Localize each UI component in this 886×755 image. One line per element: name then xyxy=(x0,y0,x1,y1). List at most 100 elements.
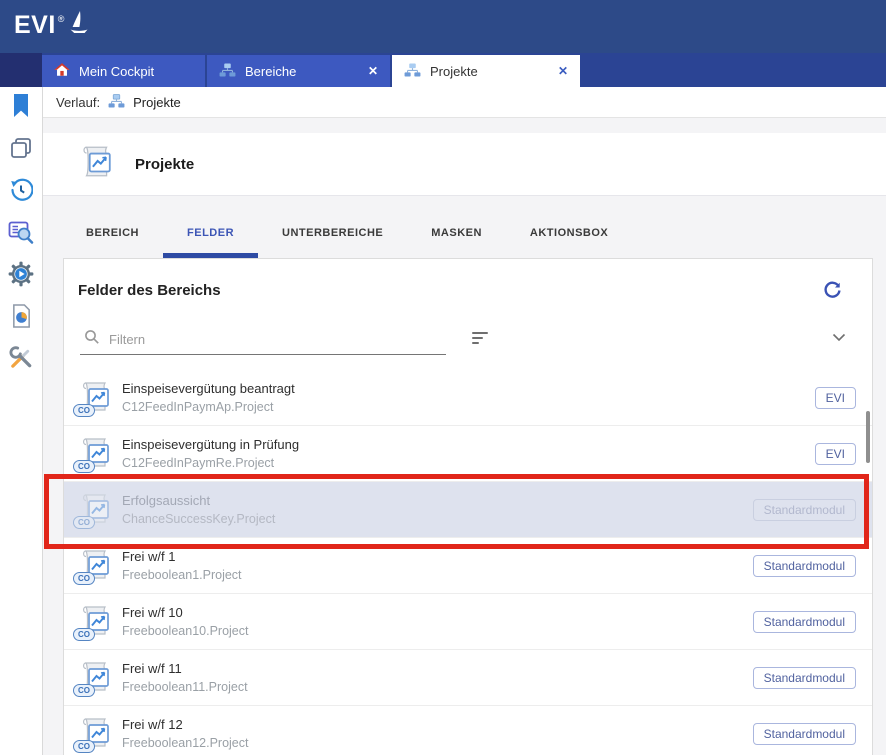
tab-unterbereiche[interactable]: UNTERBEREICHE xyxy=(258,211,407,258)
field-list-item[interactable]: CO Frei w/f 10 Freeboolean10.Project Sta… xyxy=(64,594,872,650)
field-texts: Erfolgsaussicht ChanceSuccessKey.Project xyxy=(122,493,753,526)
tab-label: Bereiche xyxy=(245,64,296,79)
field-texts: Frei w/f 10 Freeboolean10.Project xyxy=(122,605,753,638)
tab-felder[interactable]: FELDER xyxy=(163,211,258,258)
module-badge: Standardmodul xyxy=(753,667,856,689)
windows-stack-icon xyxy=(9,136,33,165)
sidebar-item-reports[interactable] xyxy=(7,304,35,332)
co-badge: CO xyxy=(73,628,95,641)
field-title: Frei w/f 11 xyxy=(122,661,753,676)
field-technical-name: Freeboolean1.Project xyxy=(122,568,753,582)
field-technical-name: C12FeedInPaymAp.Project xyxy=(122,400,815,414)
field-module-icon: CO xyxy=(76,659,114,697)
field-module-icon: CO xyxy=(76,491,114,529)
logo-trademark: ® xyxy=(58,14,65,24)
field-list-item[interactable]: CO Frei w/f 11 Freeboolean11.Project Sta… xyxy=(64,650,872,706)
tab-bar-notch xyxy=(0,53,42,87)
tab-label: Projekte xyxy=(430,64,478,79)
breadcrumb: Verlauf: Projekte xyxy=(43,87,886,118)
sidebar-item-history[interactable] xyxy=(7,178,35,206)
field-technical-name: Freeboolean10.Project xyxy=(122,624,753,638)
field-module-icon: CO xyxy=(76,603,114,641)
sidebar-item-tools[interactable] xyxy=(7,346,35,374)
module-badge: EVI xyxy=(815,387,856,409)
module-badge: Standardmodul xyxy=(753,499,856,521)
field-texts: Frei w/f 12 Freeboolean12.Project xyxy=(122,717,753,750)
tab-label: Mein Cockpit xyxy=(79,64,154,79)
field-title: Frei w/f 1 xyxy=(122,549,753,564)
field-title: Erfolgsaussicht xyxy=(122,493,753,508)
sidebar-item-processes[interactable] xyxy=(7,262,35,290)
sailboat-icon xyxy=(69,10,89,41)
module-badge: Standardmodul xyxy=(753,555,856,577)
section-tabs: BEREICH FELDER UNTERBEREICHE MASKEN AKTI… xyxy=(43,211,886,258)
tab-projekte[interactable]: Projekte ✕ xyxy=(392,55,580,87)
history-icon xyxy=(9,178,33,207)
org-chart-icon xyxy=(404,63,421,80)
filter-field[interactable] xyxy=(80,325,446,355)
scrollbar-thumb[interactable] xyxy=(866,411,870,463)
chevron-down-icon[interactable] xyxy=(832,333,846,342)
module-badge: Standardmodul xyxy=(753,611,856,633)
sort-icon[interactable] xyxy=(472,332,488,344)
field-list-item[interactable]: CO Frei w/f 12 Freeboolean12.Project Sta… xyxy=(64,706,872,755)
app-header: EVI ® xyxy=(0,0,886,53)
app-logo: EVI ® xyxy=(14,12,89,41)
panel-title: Felder des Bereichs xyxy=(78,282,221,299)
module-badge: Standardmodul xyxy=(753,723,856,745)
tab-bereich[interactable]: BEREICH xyxy=(62,211,163,258)
tab-aktionsbox[interactable]: AKTIONSBOX xyxy=(506,211,632,258)
field-list: CO Einspeisevergütung beantragt C12FeedI… xyxy=(64,370,872,755)
refresh-button[interactable] xyxy=(823,281,842,300)
panel-header: Felder des Bereichs xyxy=(64,259,872,300)
breadcrumb-label: Verlauf: xyxy=(56,95,100,110)
field-list-item[interactable]: CO Erfolgsaussicht ChanceSuccessKey.Proj… xyxy=(64,482,872,538)
module-badge: EVI xyxy=(815,443,856,465)
module-scroll-chart-icon xyxy=(76,143,114,186)
field-list-item[interactable]: CO Einspeisevergütung beantragt C12FeedI… xyxy=(64,370,872,426)
lookup-card-icon xyxy=(8,219,34,250)
gear-play-icon xyxy=(8,261,34,292)
field-module-icon: CO xyxy=(76,379,114,417)
tab-masken[interactable]: MASKEN xyxy=(407,211,506,258)
field-title: Einspeisevergütung in Prüfung xyxy=(122,437,815,452)
field-texts: Frei w/f 11 Freeboolean11.Project xyxy=(122,661,753,694)
field-module-icon: CO xyxy=(76,547,114,585)
field-list-item[interactable]: CO Einspeisevergütung in Prüfung C12Feed… xyxy=(64,426,872,482)
field-title: Frei w/f 12 xyxy=(122,717,753,732)
tab-mein-cockpit[interactable]: Mein Cockpit xyxy=(42,55,205,87)
co-badge: CO xyxy=(73,516,95,529)
fields-panel: Felder des Bereichs xyxy=(63,258,873,755)
org-chart-icon xyxy=(108,94,125,111)
field-texts: Einspeisevergütung in Prüfung C12FeedInP… xyxy=(122,437,815,470)
sidebar xyxy=(0,87,43,755)
org-chart-icon xyxy=(219,63,236,80)
co-badge: CO xyxy=(73,404,95,417)
close-tab-icon[interactable]: ✕ xyxy=(368,65,378,77)
co-badge: CO xyxy=(73,460,95,473)
field-texts: Frei w/f 1 Freeboolean1.Project xyxy=(122,549,753,582)
page-header: Projekte xyxy=(43,133,886,196)
logo-text: EVI xyxy=(14,12,56,38)
sidebar-item-windows[interactable] xyxy=(7,136,35,164)
co-badge: CO xyxy=(73,740,95,753)
co-badge: CO xyxy=(73,684,95,697)
filter-input[interactable] xyxy=(109,332,446,347)
co-badge: CO xyxy=(73,572,95,585)
field-list-item[interactable]: CO Frei w/f 1 Freeboolean1.Project Stand… xyxy=(64,538,872,594)
window-tab-bar: Mein Cockpit Bereiche ✕ xyxy=(0,53,886,87)
sidebar-item-bookmarks[interactable] xyxy=(7,94,35,122)
home-icon xyxy=(54,62,70,80)
sidebar-item-lookup[interactable] xyxy=(7,220,35,248)
report-pie-icon xyxy=(10,303,33,334)
tab-bereiche[interactable]: Bereiche ✕ xyxy=(207,55,390,87)
breadcrumb-item-projekte[interactable]: Projekte xyxy=(133,95,181,110)
close-tab-icon[interactable]: ✕ xyxy=(558,65,568,77)
field-texts: Einspeisevergütung beantragt C12FeedInPa… xyxy=(122,381,815,414)
field-module-icon: CO xyxy=(76,435,114,473)
field-technical-name: ChanceSuccessKey.Project xyxy=(122,512,753,526)
bookmark-icon xyxy=(11,93,31,123)
app-window: EVI ® Mein Cockpit xyxy=(0,0,886,755)
page-title: Projekte xyxy=(135,156,194,173)
search-icon xyxy=(84,329,100,350)
